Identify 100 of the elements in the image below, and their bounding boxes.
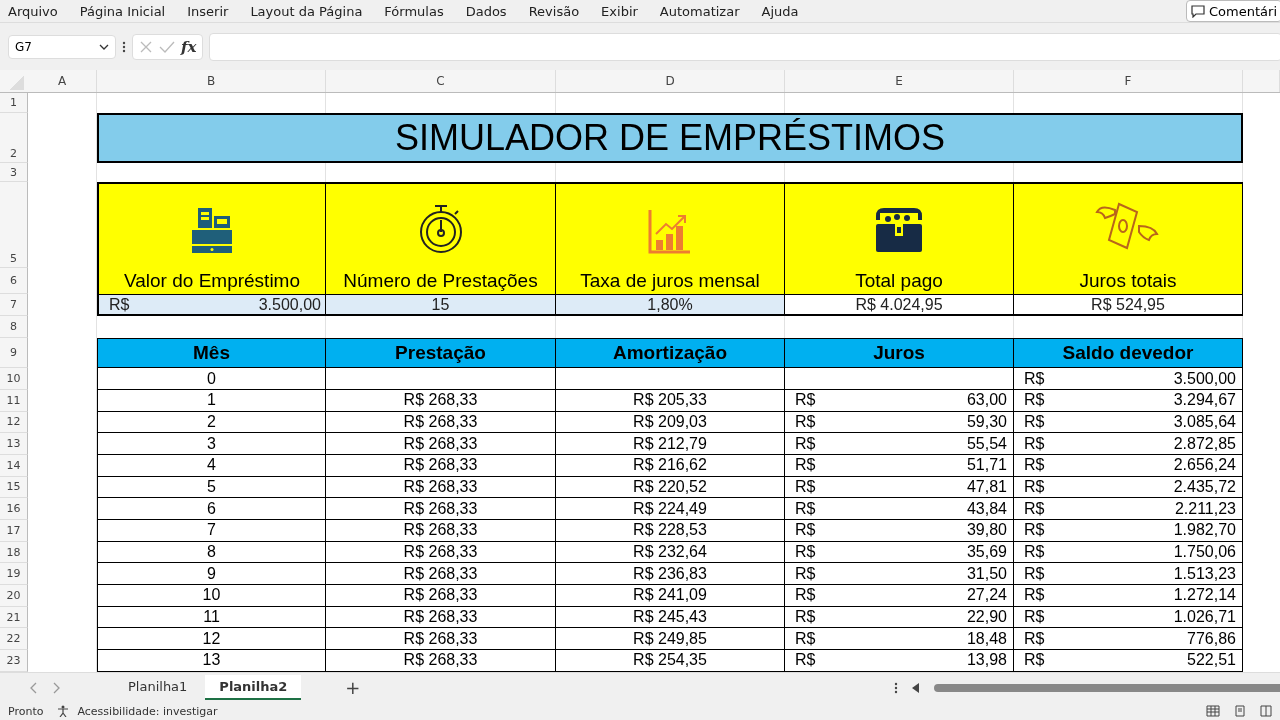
horizontal-scrollbar[interactable] xyxy=(934,683,1280,692)
table-header: Juros xyxy=(785,338,1014,369)
comments-button[interactable]: Comentári xyxy=(1186,0,1280,22)
amount-text: 39,80 xyxy=(966,521,1007,540)
currency-symbol: R$ xyxy=(795,391,816,410)
currency-symbol: R$ xyxy=(109,295,130,314)
table-cell: R$ 212,79 xyxy=(556,433,785,455)
currency-symbol: R$ xyxy=(795,564,816,583)
amount-text: 2.435,72 xyxy=(1173,477,1236,496)
table-cell: R$ 216,62 xyxy=(556,454,785,477)
chevron-right-icon[interactable] xyxy=(52,681,60,694)
formula-input[interactable] xyxy=(209,32,1280,61)
row-number[interactable]: 16 xyxy=(0,498,28,520)
table-cell: R$ 220,52 xyxy=(556,476,785,499)
page-layout-icon[interactable] xyxy=(1234,705,1246,718)
table-cell: R$ 268,33 xyxy=(326,389,556,412)
row-number[interactable]: 15 xyxy=(0,476,28,499)
scroll-left-icon[interactable] xyxy=(912,682,920,693)
currency-symbol: R$ xyxy=(1024,629,1045,648)
row-number[interactable]: 22 xyxy=(0,628,28,651)
menu-item[interactable]: Fórmulas xyxy=(384,3,444,19)
table-header: Mês xyxy=(97,338,326,369)
column-header[interactable]: C xyxy=(326,70,556,93)
more-options-icon[interactable] xyxy=(122,40,126,53)
menu-item[interactable]: Automatizar xyxy=(659,3,740,19)
row-number[interactable]: 21 xyxy=(0,606,28,629)
menu-item[interactable]: Dados xyxy=(465,3,507,19)
table-cell: 4 xyxy=(97,454,326,477)
currency-symbol: R$ xyxy=(795,434,816,453)
table-cell: R$ 268,33 xyxy=(326,563,556,586)
menu-item[interactable]: Exibir xyxy=(601,3,638,19)
currency-symbol: R$ xyxy=(1024,456,1045,475)
chevron-left-icon[interactable] xyxy=(30,681,38,694)
menu-item[interactable]: Arquivo xyxy=(8,3,58,19)
row-number[interactable]: 18 xyxy=(0,541,28,564)
column-header[interactable]: D xyxy=(556,70,785,93)
table-cell: R$ 209,03 xyxy=(556,411,785,434)
sheet-tab[interactable]: Planilha1 xyxy=(114,675,202,701)
speech-bubble-icon xyxy=(1191,4,1206,18)
table-cell: 2 xyxy=(97,411,326,434)
currency-symbol: R$ xyxy=(1024,499,1045,518)
table-cell: R$ 228,53 xyxy=(556,520,785,542)
table-cell: R$ 268,33 xyxy=(326,520,556,542)
add-sheet-button[interactable]: + xyxy=(345,677,361,699)
amount-text: 59,30 xyxy=(966,412,1007,431)
summary-label: Total pago xyxy=(785,268,1014,295)
row-number[interactable]: 13 xyxy=(0,433,28,455)
currency-symbol: R$ xyxy=(795,543,816,562)
row-number[interactable]: 23 xyxy=(0,650,28,672)
insert-function-button[interactable]: fx xyxy=(181,37,197,56)
row-number[interactable]: 10 xyxy=(0,368,28,390)
row-number[interactable]: 7 xyxy=(0,294,28,317)
name-box[interactable]: G7 xyxy=(8,34,116,59)
table-cell: R$ 268,33 xyxy=(326,476,556,499)
accessibility-icon[interactable] xyxy=(57,705,70,718)
page-break-icon[interactable] xyxy=(1260,705,1272,718)
simulator-title: SIMULADOR DE EMPRÉSTIMOS xyxy=(97,113,1243,164)
accessibility-status[interactable]: Acessibilidade: investigar xyxy=(77,704,218,718)
table-cell: R$ 236,83 xyxy=(556,563,785,586)
summary-value[interactable]: R$ 524,95 xyxy=(1014,294,1243,317)
row-number[interactable]: 1 xyxy=(0,93,28,114)
summary-value[interactable]: R$ 4.024,95 xyxy=(785,294,1014,317)
row-number[interactable]: 11 xyxy=(0,389,28,412)
sheet-tab[interactable]: Planilha2 xyxy=(205,675,302,701)
menu-item[interactable]: Ajuda xyxy=(761,3,799,19)
menu-item[interactable]: Inserir xyxy=(187,3,229,19)
row-number[interactable]: 2 xyxy=(0,113,28,164)
row-number[interactable]: 5 xyxy=(0,182,28,269)
summary-value-cell[interactable]: R$ 3.500,00 xyxy=(97,294,326,317)
column-header[interactable]: B xyxy=(97,70,326,93)
currency-symbol: R$ xyxy=(1024,369,1045,388)
more-options-icon[interactable] xyxy=(894,681,898,694)
row-number[interactable]: 14 xyxy=(0,454,28,477)
row-number[interactable]: 12 xyxy=(0,411,28,434)
grid-view-icon[interactable] xyxy=(1206,705,1220,718)
table-cell: 9 xyxy=(97,563,326,586)
row-number[interactable]: 17 xyxy=(0,520,28,542)
amount-text: 63,00 xyxy=(966,391,1007,410)
column-header[interactable]: F xyxy=(1014,70,1243,93)
row-number[interactable]: 6 xyxy=(0,268,28,295)
menu-item[interactable]: Revisão xyxy=(528,3,580,19)
amount-text: 31,50 xyxy=(966,564,1007,583)
column-header[interactable]: A xyxy=(28,70,97,93)
amount-text: 13,98 xyxy=(966,651,1007,670)
status-text: Pronto xyxy=(8,704,44,718)
row-number[interactable]: 8 xyxy=(0,316,28,339)
row-number[interactable]: 3 xyxy=(0,163,28,183)
check-icon[interactable] xyxy=(159,39,175,54)
table-cell: R$ 268,33 xyxy=(326,454,556,477)
table-header: Saldo devedor xyxy=(1014,338,1243,369)
row-number[interactable]: 19 xyxy=(0,563,28,586)
row-number[interactable]: 9 xyxy=(0,338,28,369)
menu-item[interactable]: Layout da Página xyxy=(250,3,363,19)
summary-value[interactable]: 15 xyxy=(326,294,556,317)
summary-value[interactable]: 1,80% xyxy=(556,294,785,317)
table-cell: R$ 268,33 xyxy=(326,650,556,672)
row-number[interactable]: 20 xyxy=(0,585,28,607)
currency-symbol: R$ xyxy=(1024,543,1045,562)
menu-item[interactable]: Página Inicial xyxy=(79,3,166,19)
column-header[interactable]: E xyxy=(785,70,1014,93)
